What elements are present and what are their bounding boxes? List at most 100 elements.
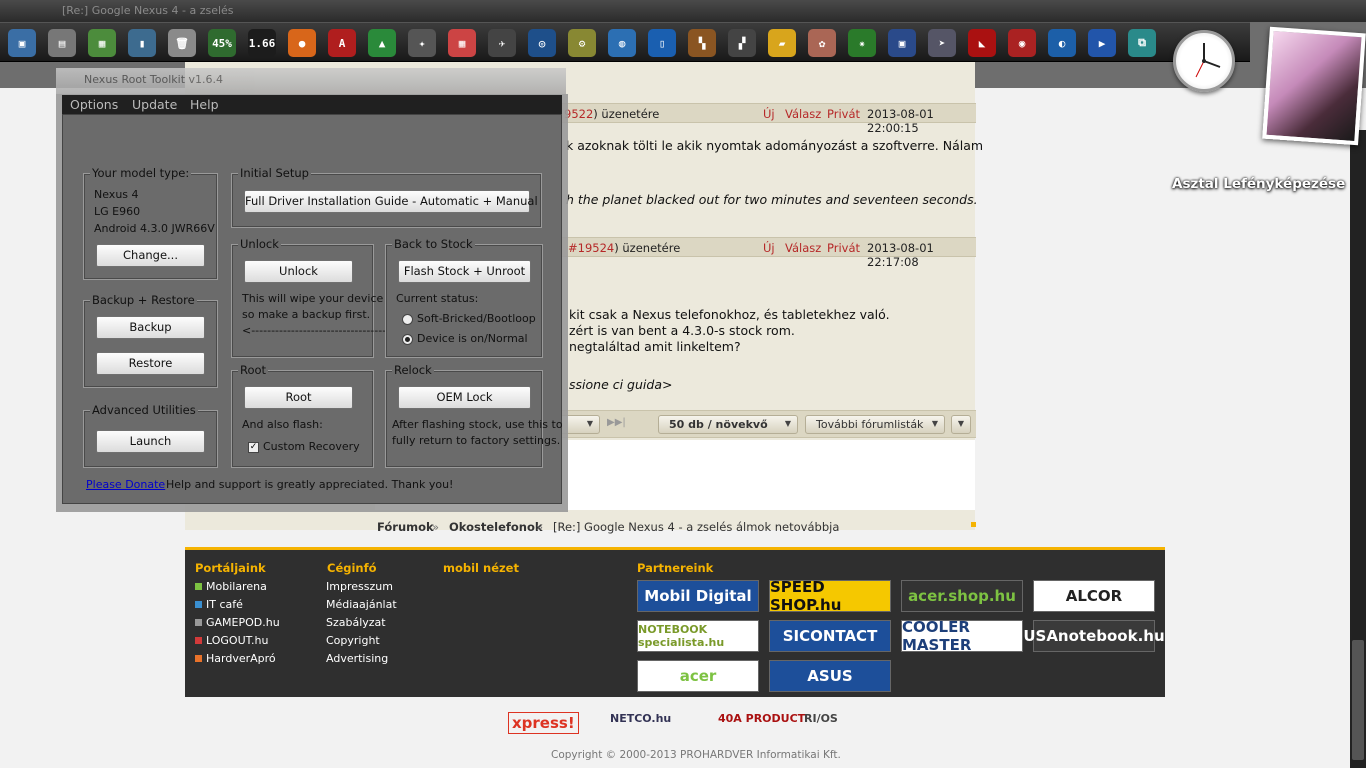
current-status-label: Current status: xyxy=(396,292,479,305)
unlock-button[interactable]: Unlock xyxy=(244,260,353,283)
private-link[interactable]: Privát xyxy=(827,241,860,255)
menu-update[interactable]: Update xyxy=(132,97,177,112)
wallpaper-icon[interactable]: ▦ xyxy=(88,29,116,57)
partner-logo[interactable]: SICONTACT xyxy=(769,620,891,652)
usb-drive-icon[interactable]: ▮ xyxy=(128,29,156,57)
device-normal-label: Device is on/Normal xyxy=(417,332,528,345)
headphones-icon[interactable]: ◎ xyxy=(528,29,556,57)
partner-logo[interactable]: USAnotebook.hu xyxy=(1023,620,1165,652)
footer-company-link[interactable]: Médiaajánlat xyxy=(326,598,397,611)
backup-button[interactable]: Backup xyxy=(96,316,205,339)
unlock-warning-line-2: so make a backup first. xyxy=(242,308,371,321)
breadcrumb-smartphones[interactable]: Okostelefonok xyxy=(449,520,543,534)
scrollbar-thumb[interactable] xyxy=(1352,640,1364,760)
menu-help[interactable]: Help xyxy=(190,97,219,112)
phone-icon[interactable]: ▯ xyxy=(648,29,676,57)
driver-guide-button[interactable]: Full Driver Installation Guide - Automat… xyxy=(244,190,538,213)
memory-meter-icon[interactable]: 1.66 xyxy=(248,29,276,57)
portal-color-marker xyxy=(195,655,202,662)
new-post-link[interactable]: Új xyxy=(763,241,775,255)
reply-to-number[interactable]: 9522 xyxy=(564,107,593,121)
reply-link[interactable]: Válasz xyxy=(785,107,821,121)
footer-portal-link[interactable]: IT café xyxy=(195,598,243,611)
toolkit-menubar: Options Update Help xyxy=(62,95,562,114)
flash-stock-button[interactable]: Flash Stock + Unroot xyxy=(398,260,531,283)
private-link[interactable]: Privát xyxy=(827,107,860,121)
calculator-icon[interactable]: ▦ xyxy=(448,29,476,57)
scanner-icon[interactable]: ▤ xyxy=(48,29,76,57)
media-player-icon[interactable]: ▶ xyxy=(1088,29,1116,57)
reply-link[interactable]: Válasz xyxy=(785,241,821,255)
partner-logo[interactable]: NOTEBOOK specialista.hu xyxy=(637,620,759,652)
last-page-icon[interactable]: ▶▶| xyxy=(607,417,626,428)
partner-logo[interactable]: acer.shop.hu xyxy=(901,580,1023,612)
partner-logo[interactable]: ASUS xyxy=(769,660,891,692)
launch-button[interactable]: Launch xyxy=(96,430,205,453)
footer-portal-link[interactable]: GAMEPOD.hu xyxy=(195,616,280,629)
restore-button[interactable]: Restore xyxy=(96,352,205,375)
breadcrumb: Fórumok » Okostelefonok » [Re:] Google N… xyxy=(375,516,976,538)
reply-to-number[interactable]: #19524 xyxy=(568,241,614,255)
soft-bricked-label: Soft-Bricked/Bootloop xyxy=(417,312,536,325)
pinwheel-icon[interactable]: ✷ xyxy=(848,29,876,57)
network-icon[interactable]: ▞ xyxy=(728,29,756,57)
red-eye-icon[interactable]: ◣ xyxy=(968,29,996,57)
footer-company-link[interactable]: Advertising xyxy=(326,652,388,665)
tools-icon[interactable]: ⚙ xyxy=(568,29,596,57)
partner-logo[interactable]: Mobil Digital xyxy=(637,580,759,612)
partner-logo[interactable]: ALCOR xyxy=(1033,580,1155,612)
root-button[interactable]: Root xyxy=(244,386,353,409)
scroll-top-button[interactable] xyxy=(951,415,971,434)
bottom-sponsor-logo[interactable]: xpress! xyxy=(508,712,579,734)
footer-company-link[interactable]: Copyright xyxy=(326,634,380,647)
bottom-sponsor-logo[interactable]: NETCO.hu xyxy=(610,712,671,725)
per-page-select[interactable]: 50 db / növekvő xyxy=(658,415,798,434)
footer-company-link[interactable]: Szabályzat xyxy=(326,616,386,629)
gimp-icon[interactable]: ✿ xyxy=(808,29,836,57)
airplane-icon[interactable]: ✈ xyxy=(488,29,516,57)
acrobat-icon[interactable]: A xyxy=(328,29,356,57)
footer-company-link[interactable]: Impresszum xyxy=(326,580,393,593)
map-icon[interactable]: ⧉ xyxy=(1128,29,1156,57)
paper-plane-icon[interactable]: ➤ xyxy=(928,29,956,57)
clock-widget[interactable] xyxy=(1173,30,1235,92)
partner-logo[interactable]: acer xyxy=(637,660,759,692)
custom-recovery-checkbox[interactable]: ✓ xyxy=(248,442,259,453)
firefox-icon[interactable]: ● xyxy=(288,29,316,57)
menu-options[interactable]: Options xyxy=(70,97,118,112)
radio-device-normal[interactable] xyxy=(402,334,413,345)
portal-color-marker xyxy=(195,601,202,608)
breadcrumb-forums[interactable]: Fórumok xyxy=(377,520,434,534)
new-post-link[interactable]: Új xyxy=(763,107,775,121)
toolkit-titlebar[interactable]: Nexus Root Toolkit v1.6.4 xyxy=(56,68,566,94)
partner-logo[interactable]: COOLER MASTER xyxy=(901,618,1023,654)
camera-photo-widget[interactable] xyxy=(1262,26,1366,146)
footer-portal-link[interactable]: Mobilarena xyxy=(195,580,267,593)
grid-icon[interactable]: ▚ xyxy=(688,29,716,57)
world-icon[interactable]: ◐ xyxy=(1048,29,1076,57)
bottom-sponsor-logo[interactable]: RI/OS xyxy=(804,712,838,725)
bottom-sponsor-logo[interactable]: 40A PRODUCT xyxy=(718,712,805,725)
oem-lock-button[interactable]: OEM Lock xyxy=(398,386,531,409)
color-picker-icon[interactable]: ✦ xyxy=(408,29,436,57)
relock-note-line-2: fully return to factory settings. xyxy=(392,434,561,447)
computer-icon[interactable]: ▣ xyxy=(8,29,36,57)
recycle-bin-icon[interactable]: 🗑 xyxy=(168,29,196,57)
google-drive-icon[interactable]: ▲ xyxy=(368,29,396,57)
browser-tab-title[interactable]: [Re:] Google Nexus 4 - a zselés xyxy=(62,4,234,17)
radio-soft-bricked[interactable] xyxy=(402,314,413,325)
more-forums-select[interactable]: További fórumlisták xyxy=(805,415,945,434)
folder-icon[interactable]: ▰ xyxy=(768,29,796,57)
change-model-button[interactable]: Change... xyxy=(96,244,205,267)
donate-link[interactable]: Please Donate xyxy=(86,478,165,491)
footer-mobile-view-link[interactable]: mobil nézet xyxy=(443,561,519,575)
phone-red-icon[interactable]: ◉ xyxy=(1008,29,1036,57)
footer-portal-link[interactable]: HardverApró xyxy=(195,652,276,665)
globe-icon[interactable]: ◍ xyxy=(608,29,636,57)
partner-logo[interactable]: SPEED SHOP.hu xyxy=(769,578,891,614)
cpu-meter-icon[interactable]: 45% xyxy=(208,29,236,57)
relock-note-line-1: After flashing stock, use this to xyxy=(392,418,563,431)
footer-portal-link[interactable]: LOGOUT.hu xyxy=(195,634,268,647)
floppy-icon[interactable]: ▣ xyxy=(888,29,916,57)
android-version: Android 4.3.0 JWR66V xyxy=(94,222,215,235)
